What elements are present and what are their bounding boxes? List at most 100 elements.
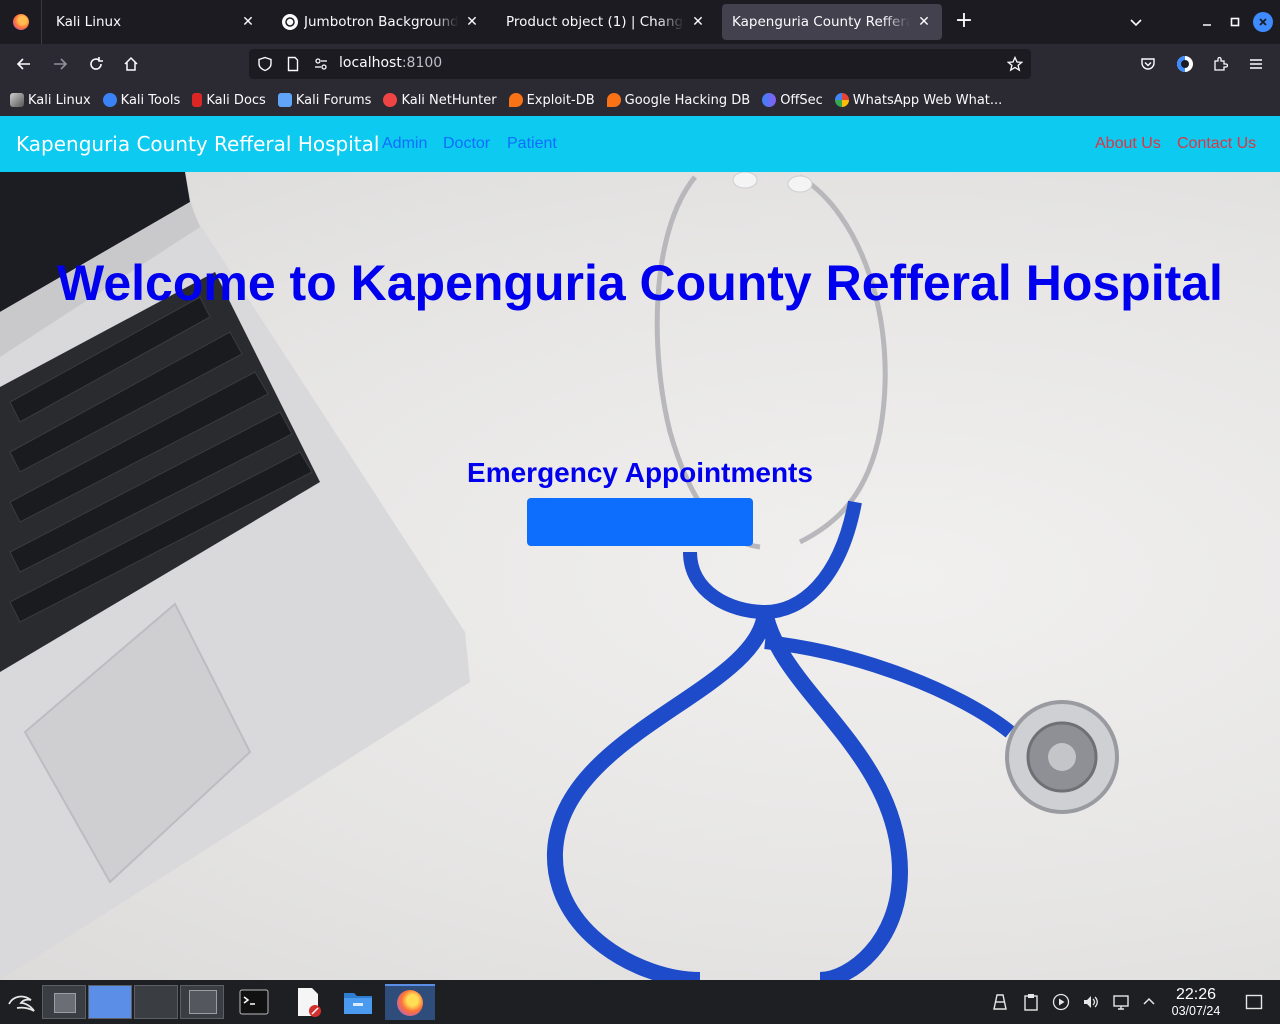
chevron-up-icon[interactable] [1140,993,1158,1011]
hamburger-menu-icon[interactable] [1248,56,1264,72]
tab-jumbotron[interactable]: Jumbotron Background Slider ✕ [272,4,490,40]
workspace-2[interactable] [88,985,132,1019]
shield-icon[interactable] [257,56,273,72]
clock-time: 22:26 [1175,986,1217,1003]
tab-title: Product object (1) | Change product [506,14,684,30]
back-arrow-icon[interactable] [12,52,36,76]
pocket-icon[interactable] [1140,56,1156,72]
minimize-icon[interactable] [1197,12,1217,32]
url-host: localhost [339,55,402,71]
firefox-view-button[interactable] [0,0,42,44]
bookmark-label: Kali Forums [295,92,372,108]
navigation-toolbar: localhost:8100 [0,44,1280,84]
bookmark-kali-linux[interactable]: Kali Linux [10,93,91,108]
volume-icon[interactable] [1082,993,1100,1011]
bookmark-label: Google Hacking DB [624,92,751,108]
bookmarks-bar: Kali Linux Kali Tools Kali Docs Kali For… [0,84,1280,116]
kali-dragon-icon [10,93,24,107]
kali-tools-icon [102,93,117,107]
close-window-icon[interactable] [1253,12,1273,32]
nav-link-doctor[interactable]: Doctor [443,135,490,153]
close-icon[interactable]: ✕ [690,14,706,30]
network-icon[interactable] [1112,993,1130,1011]
google-icon [834,93,849,107]
exploit-db-icon [508,93,523,107]
bookmark-whatsapp-web[interactable]: WhatsApp Web What... [834,92,1003,108]
desktop-taskbar: 22:26 03/07/24 [0,980,1280,1024]
tab-title: Jumbotron Background Slider [304,14,458,30]
workspace-3[interactable] [134,985,178,1019]
file-manager-icon[interactable] [340,984,376,1020]
workspace-window-thumbnail [189,990,217,1014]
show-desktop-icon[interactable] [1245,993,1263,1011]
star-bookmark-icon[interactable] [1006,55,1024,72]
close-icon[interactable]: ✕ [240,14,256,30]
page-viewport: Kapenguria County Refferal Hospital Admi… [0,116,1280,980]
bookmark-kali-nethunter[interactable]: Kali NetHunter [383,92,497,108]
bookmark-label: Kali Linux [28,92,91,108]
firefox-icon [12,14,29,30]
home-icon[interactable] [119,52,143,76]
clipboard-icon[interactable] [1022,993,1040,1011]
firefox-icon [397,990,423,1016]
bookmark-offsec[interactable]: OffSec [762,93,823,108]
maximize-icon[interactable] [1225,12,1245,32]
nethunter-icon [383,93,398,107]
page-icon[interactable] [285,56,301,72]
workspace-4[interactable] [180,985,224,1019]
bookmark-label: Exploit-DB [526,92,595,108]
close-icon[interactable]: ✕ [916,14,932,30]
site-navbar: Kapenguria County Refferal Hospital Admi… [0,116,1280,172]
tab-kali-linux[interactable]: Kali Linux ✕ [46,4,266,40]
bookmark-label: Kali Docs [206,92,266,108]
new-tab-plus-icon[interactable]: + [952,10,976,34]
hero-subtitle: Emergency Appointments [467,457,813,488]
workspace-window-thumbnail [54,993,76,1013]
vlc-icon[interactable] [991,993,1009,1011]
extensions-icon[interactable] [1212,56,1229,72]
system-clock[interactable]: 22:26 03/07/24 [1164,986,1228,1018]
terminal-icon[interactable] [236,984,272,1020]
workspace-1[interactable] [42,985,86,1019]
tab-product-object[interactable]: Product object (1) | Change product ✕ [496,4,716,40]
bookmark-label: Kali NetHunter [401,92,497,108]
tab-title: Kapenguria County Refferal Hospital [732,14,910,30]
clock-date: 03/07/24 [1171,1004,1221,1018]
permissions-icon[interactable] [313,56,329,72]
site-brand[interactable]: Kapenguria County Refferal Hospital [16,132,379,156]
account-avatar-icon[interactable] [1176,55,1194,73]
url-port: :8100 [401,55,443,71]
hero-title: Welcome to Kapenguria County Refferal Ho… [57,255,1223,311]
bookmark-kali-tools[interactable]: Kali Tools [102,92,181,108]
text-editor-icon[interactable] [290,984,326,1020]
chevron-down-icon[interactable] [1126,12,1146,32]
tab-kapenguria-hospital[interactable]: Kapenguria County Refferal Hospital ✕ [722,4,942,40]
forward-arrow-icon[interactable] [48,52,72,76]
tab-title: Kali Linux [56,14,122,30]
bookmark-exploit-db[interactable]: Exploit-DB [508,92,595,108]
nav-link-admin[interactable]: Admin [382,135,427,153]
media-player-icon[interactable] [1052,993,1070,1011]
bookmark-kali-forums[interactable]: Kali Forums [277,92,372,108]
hero-jumbotron: Welcome to Kapenguria County Refferal Ho… [0,172,1280,980]
ghdb-icon [606,93,621,107]
emergency-appointment-button[interactable] [527,498,753,546]
tab-strip: Kali Linux ✕ Jumbotron Background Slider… [0,0,1280,44]
url-text[interactable]: localhost:8100 [339,55,442,71]
nav-link-contact-us[interactable]: Contact Us [1177,135,1256,153]
bookmark-label: OffSec [780,92,823,108]
offsec-icon [762,93,777,107]
kali-menu-icon[interactable] [4,984,40,1020]
kali-forums-icon [277,93,292,107]
bookmark-google-hacking-db[interactable]: Google Hacking DB [606,92,751,108]
taskbar-firefox[interactable] [385,984,435,1020]
openai-favicon-icon [282,14,298,30]
bookmark-label: WhatsApp Web What... [852,92,1003,108]
bookmark-kali-docs[interactable]: Kali Docs [192,93,266,108]
nav-link-patient[interactable]: Patient [507,135,557,153]
nav-link-about-us[interactable]: About Us [1095,135,1161,153]
url-bar[interactable]: localhost:8100 [249,49,1031,79]
reload-icon[interactable] [84,52,108,76]
close-icon[interactable]: ✕ [464,14,480,30]
bookmark-label: Kali Tools [120,92,181,108]
